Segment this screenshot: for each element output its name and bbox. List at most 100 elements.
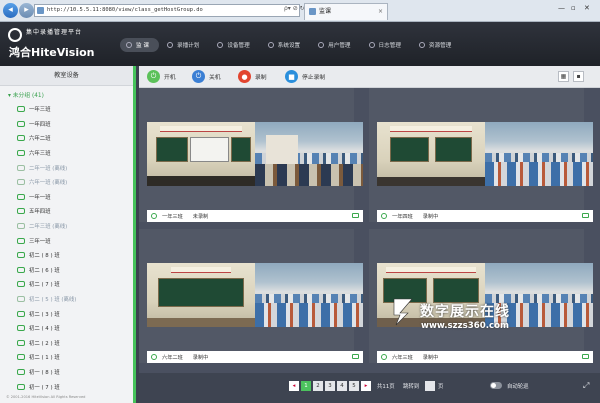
camera-icon — [17, 281, 25, 288]
power-off-button[interactable]: ⏻ 关机 — [192, 70, 221, 83]
tree-item-room[interactable]: 初二 ( 7 ) 班 — [0, 277, 133, 292]
auto-rotate-label: 自动轮巡 — [507, 384, 529, 390]
tree-item-room[interactable]: 初二 ( 6 ) 班 — [0, 263, 133, 278]
record-button[interactable]: ● 录制 — [238, 70, 267, 83]
cell-info-bar: 六年二班 录制中 — [147, 351, 363, 363]
browser-bar: ◂ ▸ http://10.5.5.11:8080/view/class_get… — [0, 0, 600, 22]
gear-icon — [267, 42, 274, 48]
maximize-icon[interactable]: ▫ — [571, 4, 576, 12]
page-unit: 页 — [438, 384, 444, 390]
status-icon — [381, 354, 387, 360]
browser-tab[interactable]: 监课 × — [304, 3, 388, 20]
tree-item-room[interactable]: 初二 ( 4 ) 班 — [0, 321, 133, 336]
tree-item-room[interactable]: 一年一班 — [0, 190, 133, 205]
back-button[interactable]: ◂ — [3, 3, 18, 18]
power-icon: ⏻ — [147, 70, 160, 83]
total-pages: 共11页 — [377, 384, 395, 390]
video-cell[interactable]: 六年二班 录制中 — [139, 229, 363, 363]
camera-icon[interactable] — [352, 354, 359, 359]
nav-system-settings[interactable]: 系统设置 — [262, 38, 310, 52]
teacher-view-thumbnail — [147, 122, 255, 186]
page-button[interactable]: 5 — [349, 381, 359, 391]
folder-icon — [418, 42, 425, 48]
next-page-button[interactable]: ▸ — [361, 381, 371, 391]
camera-icon[interactable] — [582, 354, 589, 359]
camera-icon — [17, 208, 25, 215]
tree-item-room[interactable]: 初二 ( 1 ) 班 — [0, 350, 133, 365]
tree-item-room[interactable]: 六年三班 — [0, 146, 133, 161]
tree-item-room-offline[interactable]: 初二 ( 5 ) 班 (离线) — [0, 292, 133, 307]
nav-log-management[interactable]: 日志管理 — [363, 38, 411, 52]
tree-item-room[interactable]: 五年四班 — [0, 204, 133, 219]
record-status: 录制中 — [192, 354, 209, 361]
video-cell[interactable]: 一年三班 未录制 — [139, 88, 363, 222]
camera-icon — [17, 252, 25, 259]
cell-info-bar: 一年三班 未录制 — [147, 210, 363, 222]
room-name: 六年二班 — [162, 354, 183, 361]
video-frame[interactable] — [147, 122, 363, 186]
record-icon: ● — [238, 70, 251, 83]
tree-group-ungrouped[interactable]: ▾ 未分组 (41) — [0, 90, 133, 102]
address-tools[interactable]: ρ▾ ⊘ ↻ — [284, 5, 305, 12]
watermark-text: 数字展示在线 — [420, 304, 510, 320]
camera-icon[interactable] — [352, 213, 359, 218]
tab-close-icon[interactable]: × — [378, 4, 383, 20]
tree-item-room[interactable]: 初二 ( 2 ) 班 — [0, 336, 133, 351]
nav-monitor[interactable]: 监 课 — [120, 38, 159, 52]
close-window-icon[interactable]: ✕ — [584, 4, 590, 12]
grid-view-icon[interactable]: ▦ — [558, 71, 569, 82]
auto-rotate-toggle[interactable] — [490, 382, 502, 389]
camera-icon — [17, 135, 25, 142]
camera-icon — [17, 296, 25, 303]
tree-item-room[interactable]: 三年一班 — [0, 233, 133, 248]
tree-item-room[interactable]: 一年四班 — [0, 117, 133, 132]
camera-icon — [17, 354, 25, 361]
tree-item-room-offline[interactable]: 六年一班 (离线) — [0, 175, 133, 190]
fullscreen-icon[interactable]: ⤢ — [583, 381, 589, 391]
nav-resource-management[interactable]: 资源管理 — [413, 38, 461, 52]
page-button[interactable]: 3 — [325, 381, 335, 391]
video-frame[interactable] — [377, 122, 593, 186]
nav-user-management[interactable]: 用户管理 — [312, 38, 360, 52]
video-frame[interactable] — [147, 263, 363, 327]
jump-page-input[interactable] — [425, 381, 435, 391]
nav-record-plan[interactable]: 录播计划 — [161, 38, 209, 52]
toggle-knob — [491, 383, 496, 388]
platform-name: 集中录播管理平台 — [26, 29, 83, 36]
tree-item-room[interactable]: 初二 ( 8 ) 班 — [0, 248, 133, 263]
single-view-icon[interactable]: ▪ — [573, 71, 584, 82]
camera-icon — [17, 150, 25, 157]
user-icon — [318, 42, 325, 48]
page-button[interactable]: 2 — [313, 381, 323, 391]
minimize-icon[interactable]: — — [558, 4, 565, 12]
nav-device-management[interactable]: 设备管理 — [211, 38, 259, 52]
camera-icon — [17, 383, 25, 390]
cell-info-bar: 六年三班 录制中 — [377, 351, 593, 363]
camera-icon — [17, 223, 25, 230]
room-name: 六年三班 — [392, 354, 413, 361]
teacher-view-thumbnail — [147, 263, 255, 327]
prev-page-button[interactable]: ◂ — [289, 381, 299, 391]
tree-item-room[interactable]: 一年三班 — [0, 102, 133, 117]
tree-item-room[interactable]: 初一 ( 8 ) 班 — [0, 365, 133, 380]
power-on-button[interactable]: ⏻ 开机 — [147, 70, 176, 83]
camera-icon — [17, 368, 25, 375]
pagination-bar: ◂ 1 2 3 4 5 ▸ 共11页 跳转到 页 自动轮巡 ⤢ — [139, 373, 600, 403]
forward-button[interactable]: ▸ — [19, 3, 34, 18]
video-cell[interactable]: 一年四班 录制中 — [369, 88, 593, 222]
camera-icon — [17, 325, 25, 332]
cell-info-bar: 一年四班 录制中 — [377, 210, 593, 222]
video-cell[interactable]: 六年三班 录制中 — [369, 229, 593, 363]
tree-item-room-offline[interactable]: 二年三班 (离线) — [0, 219, 133, 234]
tree-item-room[interactable]: 初一 ( 7 ) 班 — [0, 379, 133, 394]
tree-item-room[interactable]: 初二 ( 3 ) 班 — [0, 306, 133, 321]
tree-item-room[interactable]: 六年二班 — [0, 131, 133, 146]
camera-icon[interactable] — [582, 213, 589, 218]
room-name: 一年四班 — [392, 213, 413, 220]
address-bar[interactable]: http://10.5.5.11:8080/view/class_getHost… — [34, 4, 300, 17]
page-button[interactable]: 4 — [337, 381, 347, 391]
page-button[interactable]: 1 — [301, 381, 311, 391]
tree-item-room-offline[interactable]: 二年一班 (离线) — [0, 160, 133, 175]
power-icon: ⏻ — [192, 70, 205, 83]
stop-record-button[interactable]: ■ 停止录制 — [285, 70, 325, 83]
